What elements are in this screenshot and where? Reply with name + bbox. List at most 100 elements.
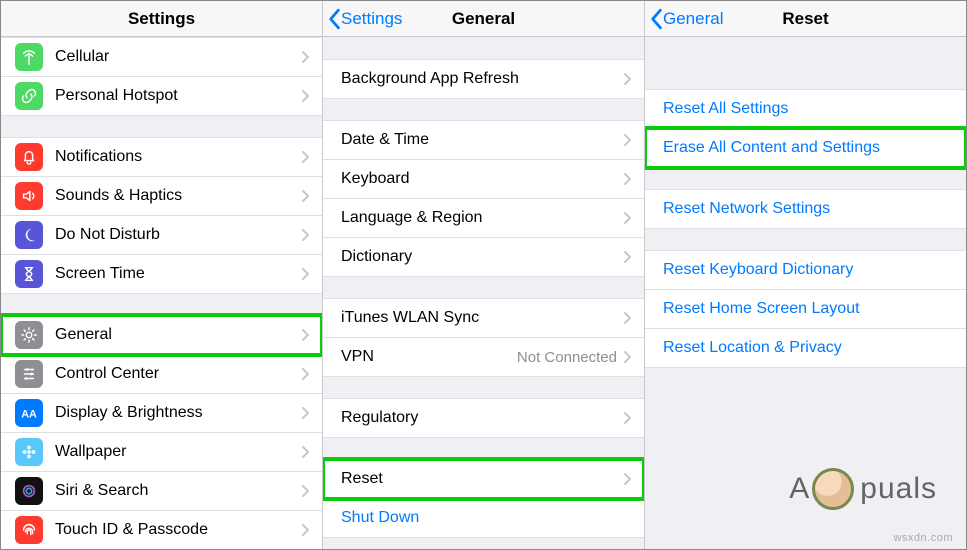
chevron-right-icon xyxy=(623,72,632,86)
general-list: Background App Refresh Date & Time Keyboar… xyxy=(323,37,644,537)
row-eraseall[interactable]: Erase All Content and Settings xyxy=(645,128,966,168)
pane-settings: Settings Cellular Personal Hotspot Notific… xyxy=(1,1,323,549)
back-to-general[interactable]: General xyxy=(645,8,723,30)
notifications-icon xyxy=(15,143,43,171)
chevron-right-icon xyxy=(623,411,632,425)
row-label: Siri & Search xyxy=(55,482,301,500)
row-cellular[interactable]: Cellular xyxy=(1,37,322,77)
chevron-right-icon xyxy=(301,406,310,420)
chevron-right-icon xyxy=(301,267,310,281)
dnd-icon xyxy=(15,221,43,249)
back-label: Settings xyxy=(341,9,402,29)
pane-general: Settings General Background App Refresh D… xyxy=(323,1,645,549)
row-label: Sounds & Haptics xyxy=(55,187,301,205)
row-label: Wallpaper xyxy=(55,443,301,461)
row-label: Regulatory xyxy=(341,409,623,427)
row-label: Date & Time xyxy=(341,131,623,149)
row-itunes[interactable]: iTunes WLAN Sync xyxy=(323,298,644,338)
display-icon: AA xyxy=(15,399,43,427)
row-dictionary[interactable]: Dictionary xyxy=(323,237,644,277)
wallpaper-icon xyxy=(15,438,43,466)
chevron-left-icon xyxy=(649,8,663,30)
watermark: wsxdn.com xyxy=(893,532,953,544)
row-label: Notifications xyxy=(55,148,301,166)
back-label: General xyxy=(663,9,723,29)
row-vpn[interactable]: VPNNot Connected xyxy=(323,337,644,377)
row-label: Cellular xyxy=(55,48,301,66)
row-dnd[interactable]: Do Not Disturb xyxy=(1,215,322,255)
mascot-icon xyxy=(812,468,854,510)
row-label: Control Center xyxy=(55,365,301,383)
row-label: Shut Down xyxy=(341,509,632,527)
row-shutdown[interactable]: Shut Down xyxy=(323,498,644,538)
row-resethome[interactable]: Reset Home Screen Layout xyxy=(645,289,966,329)
row-label: Reset Network Settings xyxy=(663,200,954,218)
row-screentime[interactable]: Screen Time xyxy=(1,254,322,294)
row-resetloc[interactable]: Reset Location & Privacy xyxy=(645,328,966,368)
row-label: Do Not Disturb xyxy=(55,226,301,244)
row-touchid[interactable]: Touch ID & Passcode xyxy=(1,510,322,549)
row-bgrefresh[interactable]: Background App Refresh xyxy=(323,59,644,99)
cellular-icon xyxy=(15,43,43,71)
row-label: Erase All Content and Settings xyxy=(663,139,954,157)
chevron-right-icon xyxy=(301,189,310,203)
row-siri[interactable]: Siri & Search xyxy=(1,471,322,511)
screentime-icon xyxy=(15,260,43,288)
row-label: Reset xyxy=(341,470,623,488)
row-reset[interactable]: Reset xyxy=(323,459,644,499)
back-to-settings[interactable]: Settings xyxy=(323,8,402,30)
row-display[interactable]: AA Display & Brightness xyxy=(1,393,322,433)
navbar-general: Settings General xyxy=(323,1,644,37)
row-label: Reset Location & Privacy xyxy=(663,339,954,357)
row-keyboard[interactable]: Keyboard xyxy=(323,159,644,199)
chevron-right-icon xyxy=(623,172,632,186)
row-datetime[interactable]: Date & Time xyxy=(323,120,644,160)
chevron-right-icon xyxy=(623,211,632,225)
row-label: Keyboard xyxy=(341,170,623,188)
navbar-settings: Settings xyxy=(1,1,322,37)
touchid-icon xyxy=(15,516,43,544)
row-label: iTunes WLAN Sync xyxy=(341,309,623,327)
row-detail: Not Connected xyxy=(517,349,617,366)
chevron-right-icon xyxy=(301,228,310,242)
nav-title: Settings xyxy=(1,9,322,29)
row-label: VPN xyxy=(341,348,517,366)
chevron-right-icon xyxy=(623,133,632,147)
row-label: Display & Brightness xyxy=(55,404,301,422)
chevron-right-icon xyxy=(301,367,310,381)
row-resetall[interactable]: Reset All Settings xyxy=(645,89,966,129)
row-label: Personal Hotspot xyxy=(55,87,301,105)
row-wallpaper[interactable]: Wallpaper xyxy=(1,432,322,472)
row-label: Reset Keyboard Dictionary xyxy=(663,261,954,279)
row-language[interactable]: Language & Region xyxy=(323,198,644,238)
row-resetkbd[interactable]: Reset Keyboard Dictionary xyxy=(645,250,966,290)
hotspot-icon xyxy=(15,82,43,110)
row-regulatory[interactable]: Regulatory xyxy=(323,398,644,438)
row-label: Reset All Settings xyxy=(663,100,954,118)
chevron-right-icon xyxy=(623,350,632,364)
chevron-right-icon xyxy=(623,250,632,264)
chevron-right-icon xyxy=(301,328,310,342)
chevron-right-icon xyxy=(301,150,310,164)
row-notifications[interactable]: Notifications xyxy=(1,137,322,177)
appuals-brand: A puals xyxy=(789,468,937,510)
chevron-right-icon xyxy=(301,445,310,459)
general-icon xyxy=(15,321,43,349)
navbar-reset: General Reset xyxy=(645,1,966,37)
row-hotspot[interactable]: Personal Hotspot xyxy=(1,76,322,116)
settings-list: Cellular Personal Hotspot Notifications Sou… xyxy=(1,37,322,549)
row-sounds[interactable]: Sounds & Haptics xyxy=(1,176,322,216)
row-label: Dictionary xyxy=(341,248,623,266)
row-label: Screen Time xyxy=(55,265,301,283)
chevron-right-icon xyxy=(623,311,632,325)
row-label: General xyxy=(55,326,301,344)
row-label: Background App Refresh xyxy=(341,70,623,88)
row-controlcenter[interactable]: Control Center xyxy=(1,354,322,394)
row-label: Touch ID & Passcode xyxy=(55,521,301,539)
chevron-right-icon xyxy=(301,89,310,103)
reset-list: Reset All Settings Erase All Content and … xyxy=(645,67,966,367)
svg-text:AA: AA xyxy=(21,409,37,421)
row-general[interactable]: General xyxy=(1,315,322,355)
row-resetnet[interactable]: Reset Network Settings xyxy=(645,189,966,229)
pane-reset: General Reset Reset All Settings Erase Al… xyxy=(645,1,966,549)
